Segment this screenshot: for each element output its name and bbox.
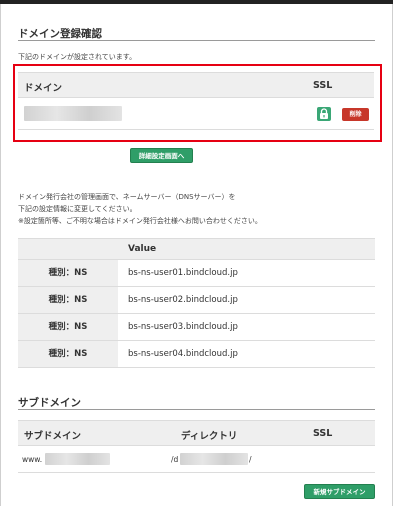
ns-value: bs-ns-user04.bindcloud.jp xyxy=(128,349,238,359)
col-subdomain: サブドメイン xyxy=(24,431,82,442)
subdomain-prefix: www. xyxy=(22,455,43,464)
ns-note-line2: 下記の設定情報に変更してください。 xyxy=(18,205,137,213)
subdomain-table-header: サブドメイン ディレクトリ SSL xyxy=(18,420,375,446)
ns-table-header: Value xyxy=(18,238,375,260)
ns-note-line1: ドメイン発行会社の管理画面で、ネームサーバー（DNSサーバー）を xyxy=(18,193,236,201)
ns-row: 種別：NS bs-ns-user02.bindcloud.jp xyxy=(18,287,375,314)
ns-type-label: 種別：NS xyxy=(18,287,118,313)
ns-value: bs-ns-user03.bindcloud.jp xyxy=(128,322,238,332)
col-value: Value xyxy=(128,244,157,254)
subdomain-section-title: サブドメイン xyxy=(18,397,81,409)
ns-row: 種別：NS bs-ns-user01.bindcloud.jp xyxy=(18,260,375,287)
directory-suffix: / xyxy=(249,455,252,464)
ns-value: bs-ns-user01.bindcloud.jp xyxy=(128,268,238,278)
section-divider xyxy=(18,409,375,410)
ns-type-label: 種別：NS xyxy=(18,341,118,367)
ns-note-line3: ※設定箇所等、ご不明な場合はドメイン発行会社様へお問い合わせください。 xyxy=(18,217,262,225)
col-ssl: SSL xyxy=(313,428,333,439)
subdomain-name-redacted xyxy=(45,453,110,465)
new-subdomain-button[interactable]: 新規サブドメイン xyxy=(304,484,375,499)
ns-value: bs-ns-user02.bindcloud.jp xyxy=(128,295,238,305)
ns-type-label: 種別：NS xyxy=(18,260,118,286)
detail-settings-button[interactable]: 詳細設定画面へ xyxy=(130,148,193,163)
ns-row: 種別：NS bs-ns-user03.bindcloud.jp xyxy=(18,314,375,341)
ns-type-label: 種別：NS xyxy=(18,314,118,340)
ns-row: 種別：NS bs-ns-user04.bindcloud.jp xyxy=(18,341,375,368)
section-divider xyxy=(18,40,375,41)
domain-section-title: ドメイン登録確認 xyxy=(18,28,102,40)
directory-redacted xyxy=(180,453,248,465)
domain-description: 下記のドメインが設定されています。 xyxy=(18,53,137,61)
directory-prefix: /d xyxy=(171,455,179,464)
row-divider xyxy=(18,472,375,473)
col-directory: ディレクトリ xyxy=(181,431,238,442)
highlight-box xyxy=(13,64,382,142)
